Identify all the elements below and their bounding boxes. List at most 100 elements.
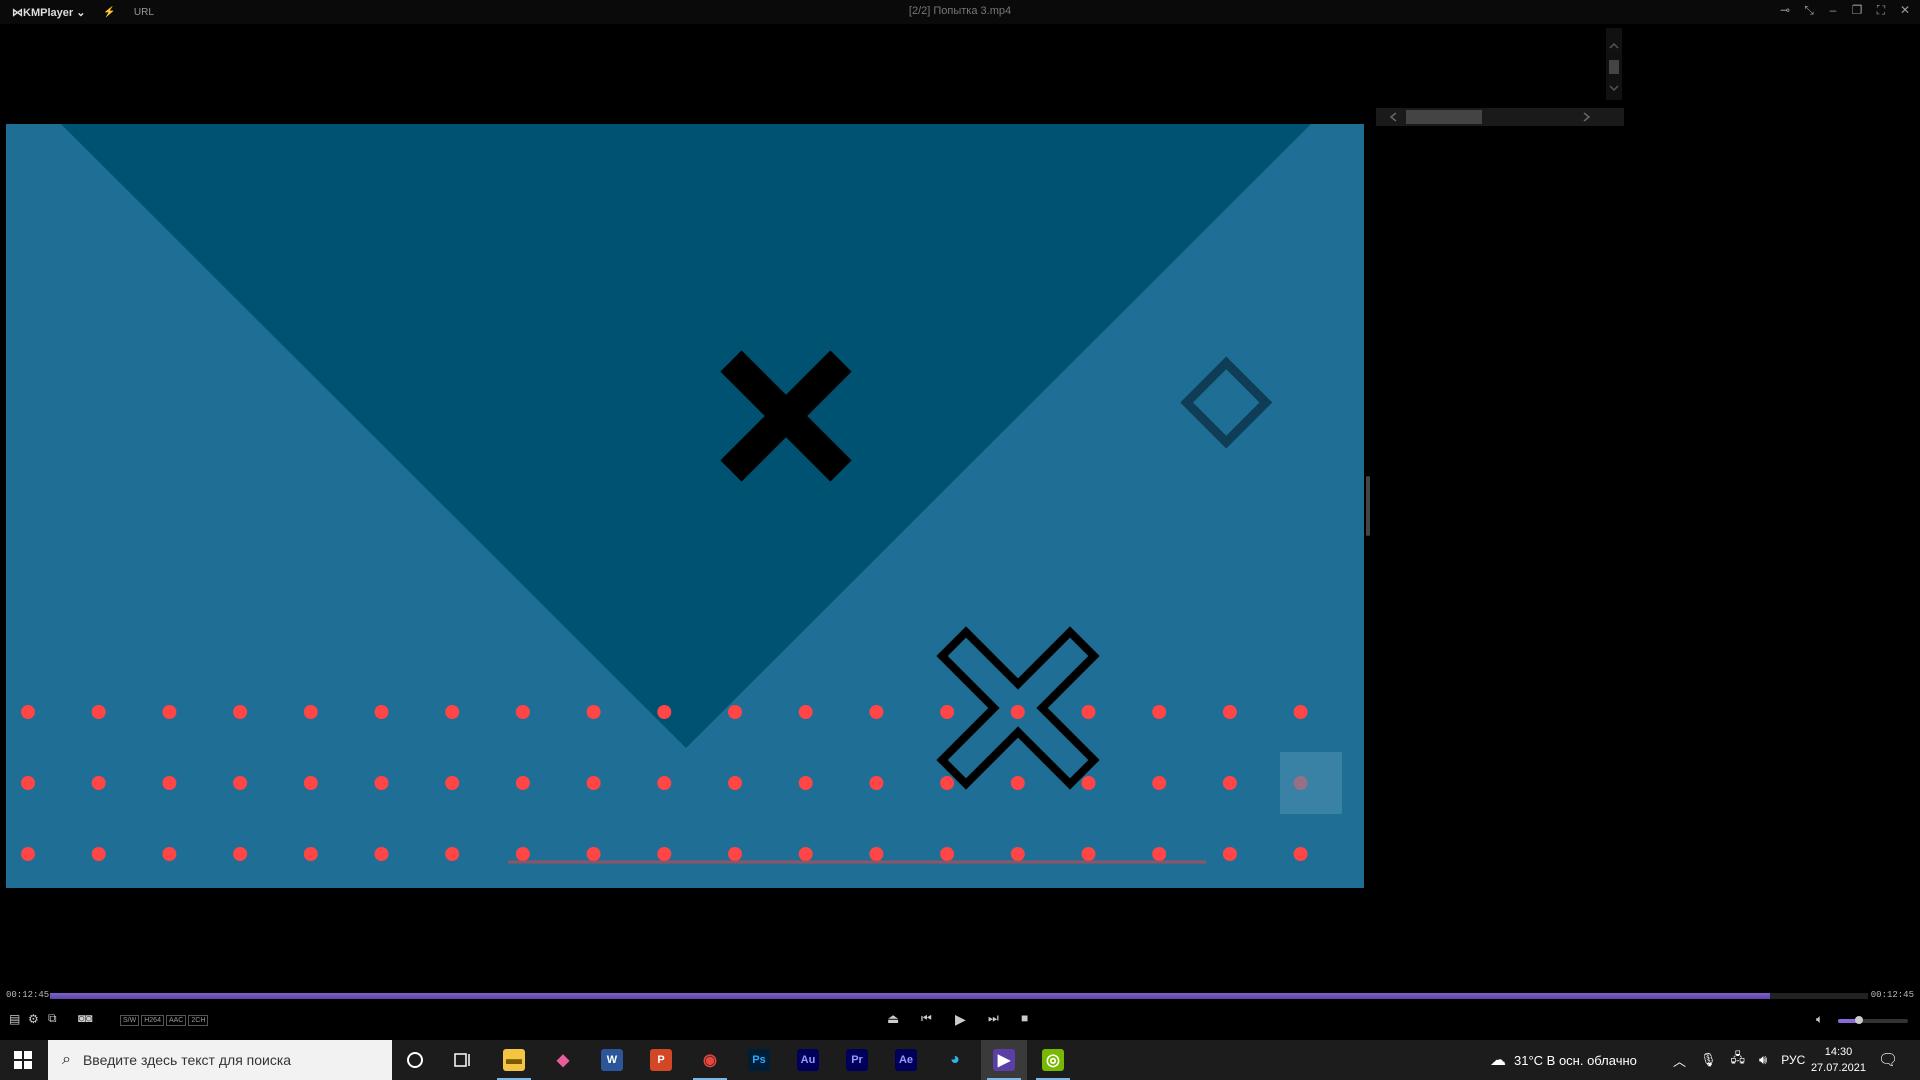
task-view-button[interactable] xyxy=(440,1040,486,1080)
weather-text: 31°C В осн. облачно xyxy=(1514,1052,1637,1068)
scene-dot xyxy=(1010,847,1025,861)
playlist-icon[interactable]: ▤ xyxy=(9,1012,20,1026)
playlist-vertical-scrollbar[interactable] xyxy=(1606,28,1622,100)
premiere-icon: Pr xyxy=(846,1049,868,1071)
scene-dot xyxy=(91,776,106,790)
stop-icon[interactable]: ■ xyxy=(1021,1011,1028,1025)
pin-icon[interactable]: ⊸ xyxy=(1778,3,1792,18)
scene-dot xyxy=(798,847,813,861)
volume-knob[interactable] xyxy=(1855,1016,1863,1024)
action-center-icon[interactable]: 🗨︎ xyxy=(1878,1040,1898,1080)
system-clock[interactable]: 14:30 27.07.2021 xyxy=(1811,1044,1866,1076)
windows-logo-icon xyxy=(14,1051,32,1069)
scene-dot xyxy=(1152,705,1167,719)
volume-slider[interactable] xyxy=(1838,1016,1908,1024)
previous-icon[interactable]: ⏮ xyxy=(921,1011,932,1026)
scene-dot xyxy=(21,847,35,861)
scene-dot xyxy=(162,776,177,790)
word-taskbar-button[interactable]: W xyxy=(589,1040,635,1080)
scene-dot xyxy=(1010,705,1025,719)
scene-dot xyxy=(1152,847,1167,861)
chrome-icon: ◉ xyxy=(703,1052,717,1069)
scene-dot xyxy=(940,705,955,719)
scene-dot xyxy=(303,776,318,790)
video-info-tag: H264 xyxy=(141,1015,164,1026)
scene-dot xyxy=(1222,776,1237,790)
compact-icon[interactable]: ⤡ xyxy=(1802,3,1816,18)
next-icon[interactable]: ⏭ xyxy=(988,1011,999,1026)
scene-dot xyxy=(21,776,35,790)
scene-dot xyxy=(728,847,742,861)
scrollbar-graphic xyxy=(1609,42,1619,92)
scene-dot xyxy=(374,776,389,790)
vr-glasses-icon[interactable]: ◙◙ xyxy=(78,1011,93,1025)
video-info-tag: AAC xyxy=(165,1015,187,1026)
powerpoint-taskbar-button[interactable]: P xyxy=(638,1040,684,1080)
chrome-taskbar-button[interactable]: ◉ xyxy=(687,1040,733,1080)
audition-icon: Au xyxy=(797,1049,819,1071)
scene-dot xyxy=(1293,847,1308,861)
fullscreen-icon[interactable]: ⛶ xyxy=(1874,3,1888,18)
url-button[interactable]: URL xyxy=(134,7,154,18)
seek-bar[interactable] xyxy=(50,993,1868,999)
scene-dot xyxy=(303,847,318,861)
file-explorer-taskbar-button[interactable]: ▬ xyxy=(491,1040,537,1080)
scene-dot xyxy=(1010,776,1025,790)
network-icon[interactable]: 🖧 xyxy=(1731,1049,1746,1071)
scene-dot xyxy=(233,705,248,719)
scene-dot xyxy=(91,847,106,861)
taskbar-search-box[interactable]: ⌕ Введите здесь текст для поиска xyxy=(48,1040,392,1080)
nvidia-taskbar-button[interactable]: ◎ xyxy=(1030,1040,1076,1080)
after-effects-icon: Ae xyxy=(895,1049,917,1071)
speaker-icon[interactable]: 🔊︎ xyxy=(1759,1052,1767,1068)
scene-dot xyxy=(1081,847,1096,861)
panel-splitter-handle[interactable] xyxy=(1366,476,1370,536)
scene-dot xyxy=(162,847,177,861)
weather-widget[interactable]: ☁ 31°C В осн. облачно xyxy=(1490,1040,1637,1080)
scene-dot xyxy=(374,847,389,861)
scene-dot xyxy=(657,776,672,790)
scene-dot xyxy=(940,847,955,861)
minimize-icon[interactable]: – xyxy=(1826,3,1840,18)
photoshop-taskbar-button[interactable]: Ps xyxy=(736,1040,782,1080)
scene-dot xyxy=(1081,776,1096,790)
scene-dot xyxy=(1293,705,1308,719)
video-frame[interactable] xyxy=(6,124,1364,888)
current-time: 00:12:45 xyxy=(6,990,50,1000)
kmplayer-taskbar-button[interactable]: ▶ xyxy=(981,1040,1027,1080)
eject-icon[interactable]: ⏏ xyxy=(887,1011,899,1027)
scene-dot xyxy=(657,705,672,719)
title-bar: ⋈KMPlayer ⌄ ⚡ URL [2/2] Попытка 3.mp4 ⊸ … xyxy=(0,0,1920,24)
video-info-tag: 2CH xyxy=(188,1015,209,1026)
scene-dot xyxy=(374,705,389,719)
video-info-tag: S/W xyxy=(120,1015,140,1026)
lightning-icon[interactable]: ⚡ xyxy=(103,7,115,18)
close-icon[interactable]: ✕ xyxy=(1898,3,1912,18)
edge-taskbar-button[interactable]: ◕ xyxy=(932,1040,978,1080)
playlist-horizontal-scrollbar[interactable] xyxy=(1376,108,1624,126)
start-button[interactable] xyxy=(0,1040,46,1080)
premiere-taskbar-button[interactable]: Pr xyxy=(834,1040,880,1080)
scene-dot xyxy=(728,705,742,719)
scene-dot xyxy=(91,705,106,719)
cortana-button[interactable] xyxy=(392,1040,438,1080)
settings-gear-icon[interactable]: ⚙ xyxy=(28,1012,39,1026)
audition-taskbar-button[interactable]: Au xyxy=(785,1040,831,1080)
microphone-icon[interactable]: 🎙︎ xyxy=(1700,1052,1717,1068)
after-effects-taskbar-button[interactable]: Ae xyxy=(883,1040,929,1080)
powerpoint-icon: P xyxy=(650,1049,672,1071)
scene-square xyxy=(1280,752,1342,814)
play-icon[interactable]: ▶ xyxy=(955,1011,966,1028)
3d-icon[interactable]: ⧉ xyxy=(48,1011,57,1026)
paint-3d-taskbar-button[interactable]: ◆ xyxy=(540,1040,586,1080)
restore-icon[interactable]: ❐ xyxy=(1850,3,1864,18)
photoshop-icon: Ps xyxy=(748,1049,770,1071)
app-menu-button[interactable]: ⋈KMPlayer ⌄ xyxy=(12,6,85,19)
language-indicator[interactable]: РУС xyxy=(1781,1053,1805,1067)
volume-speaker-icon[interactable]: 🔈︎ xyxy=(1816,1012,1823,1027)
scene-dot xyxy=(586,776,601,790)
tray-chevron-icon[interactable]: ︿ xyxy=(1673,1051,1686,1070)
scene-dot xyxy=(515,776,530,790)
scene-dot xyxy=(1152,776,1167,790)
scrollbar-graphic xyxy=(1389,110,1591,124)
